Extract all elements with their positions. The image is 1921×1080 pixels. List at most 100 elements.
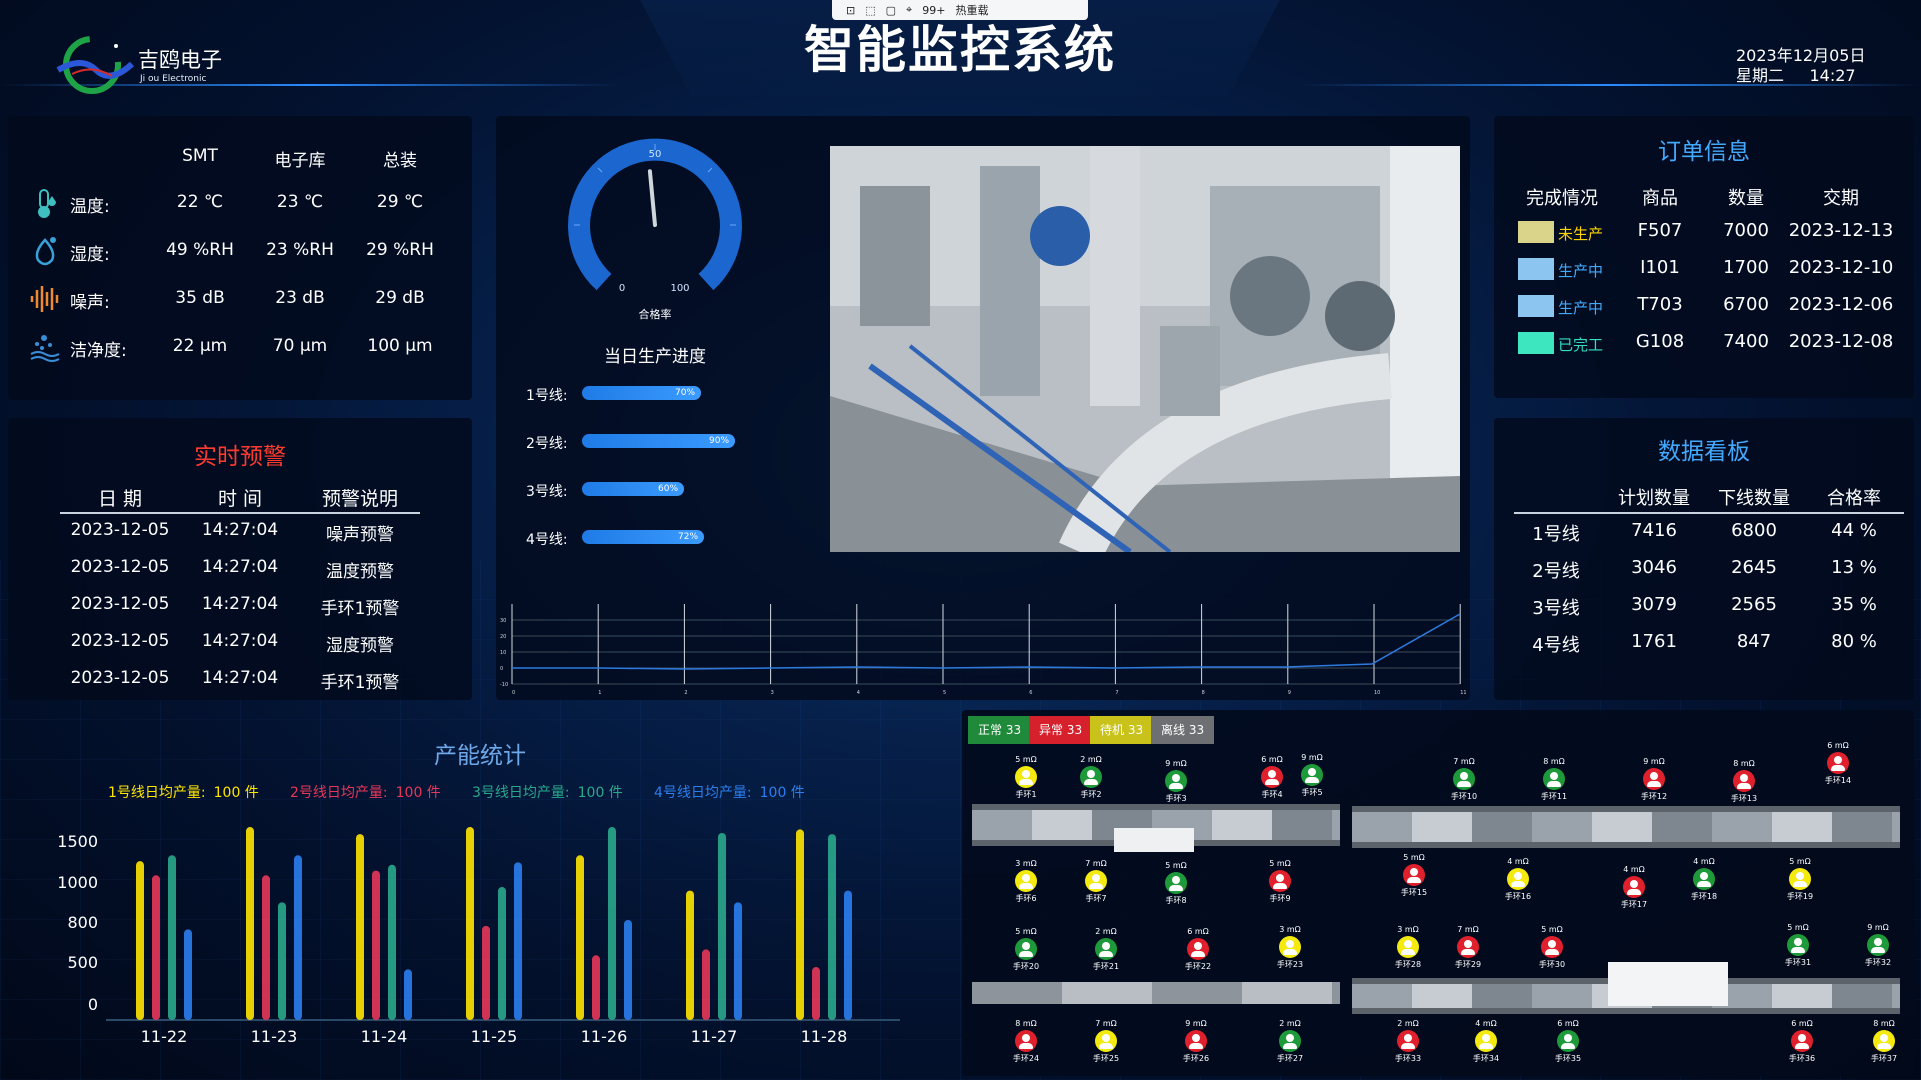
resistance-value: 5 mΩ — [1787, 923, 1809, 932]
date: 2023年12月05日 — [1736, 46, 1866, 65]
capacity-legend-item: 3号线日均产量: 100 件 — [472, 782, 623, 802]
trend-x-tick: 3 — [771, 690, 774, 696]
wristband-station[interactable]: 4 mΩ 手环17 — [1604, 864, 1664, 910]
status-swatch — [1518, 295, 1554, 317]
alert-cell: 手环1预警 — [320, 599, 400, 619]
wristband-station[interactable]: 3 mΩ 手环6 — [996, 858, 1056, 904]
order-due: 2023-12-06 — [1788, 294, 1894, 315]
capacity-bar — [184, 929, 192, 1020]
wristband-station[interactable]: 5 mΩ 手环30 — [1522, 924, 1582, 970]
wristband-station[interactable]: 5 mΩ 手环8 — [1146, 860, 1206, 906]
wristband-station[interactable]: 7 mΩ 手环10 — [1434, 756, 1494, 802]
order-product: I101 — [1640, 257, 1680, 278]
wristband-station[interactable]: 8 mΩ 手环13 — [1714, 758, 1774, 804]
board-cell: 3号线 — [1532, 598, 1580, 619]
station-name: 手环19 — [1786, 892, 1814, 901]
wristband-station[interactable]: 9 mΩ 手环32 — [1848, 922, 1908, 968]
wristband-station[interactable]: 2 mΩ 手环2 — [1061, 754, 1121, 800]
station-legend-tag: 正常 33 — [968, 716, 1032, 744]
person-icon — [1457, 936, 1479, 958]
alerts-title: 实时预警 — [194, 444, 286, 470]
progress-pct-label: 72% — [678, 532, 699, 542]
station-name: 手环12 — [1640, 792, 1668, 801]
station-name: 手环11 — [1540, 792, 1568, 801]
env-value: 100 μm — [367, 336, 433, 356]
capacity-legend-item: 2号线日均产量: 100 件 — [290, 782, 441, 802]
alert-cell: 2023-12-05 — [70, 594, 170, 614]
trend-y-tick: -10 — [500, 682, 508, 688]
wristband-station[interactable]: 2 mΩ 手环33 — [1378, 1018, 1438, 1064]
legend-value: 100 件 — [759, 785, 805, 801]
station-name: 手环9 — [1269, 894, 1291, 903]
wristband-station[interactable]: 8 mΩ 手环37 — [1854, 1018, 1914, 1064]
env-label: 洁净度: — [70, 341, 127, 361]
resistance-value: 3 mΩ — [1397, 925, 1419, 934]
wristband-station[interactable]: 8 mΩ 手环11 — [1524, 756, 1584, 802]
person-icon — [1279, 936, 1301, 958]
wristband-station[interactable]: 9 mΩ 手环3 — [1146, 758, 1206, 804]
resistance-value: 4 mΩ — [1475, 1019, 1497, 1028]
env-value: 29 dB — [375, 288, 425, 308]
person-icon — [1165, 872, 1187, 894]
wristband-station[interactable]: 7 mΩ 手环7 — [1066, 858, 1126, 904]
wristband-station[interactable]: 9 mΩ 手环5 — [1282, 752, 1342, 798]
resistance-value: 9 mΩ — [1867, 923, 1889, 932]
capacity-legend-item: 1号线日均产量: 100 件 — [108, 782, 259, 802]
wristband-station[interactable]: 2 mΩ 手环21 — [1076, 926, 1136, 972]
legend-value: 100 件 — [577, 785, 623, 801]
env-value: 49 %RH — [166, 240, 234, 260]
wristband-station[interactable]: 6 mΩ 手环22 — [1168, 926, 1228, 972]
wristband-station[interactable]: 9 mΩ 手环26 — [1166, 1018, 1226, 1064]
wristband-station[interactable]: 5 mΩ 手环19 — [1770, 856, 1830, 902]
capacity-bar — [152, 875, 160, 1020]
capacity-bar — [828, 834, 836, 1020]
wristband-station[interactable]: 7 mΩ 手环25 — [1076, 1018, 1136, 1064]
resistance-value: 5 mΩ — [1541, 925, 1563, 934]
trend-x-tick: 1 — [598, 690, 601, 696]
wristband-station[interactable]: 9 mΩ 手环12 — [1624, 756, 1684, 802]
station-name: 手环30 — [1538, 960, 1566, 969]
order-due: 2023-12-10 — [1788, 257, 1894, 278]
wristband-station[interactable]: 6 mΩ 手环14 — [1808, 740, 1868, 786]
status-swatch — [1518, 221, 1554, 243]
board-cell: 1761 — [1631, 631, 1677, 652]
env-label: 噪声: — [70, 293, 110, 313]
resistance-value: 7 mΩ — [1095, 1019, 1117, 1028]
status-swatch — [1518, 332, 1554, 354]
orders-title: 订单信息 — [1658, 139, 1750, 165]
wristband-station[interactable]: 5 mΩ 手环1 — [996, 754, 1056, 800]
resistance-value: 2 mΩ — [1095, 927, 1117, 936]
wristband-station[interactable]: 6 mΩ 手环35 — [1538, 1018, 1598, 1064]
person-icon — [1095, 1030, 1117, 1052]
station-name: 手环20 — [1012, 962, 1040, 971]
wristband-station[interactable]: 4 mΩ 手环18 — [1674, 856, 1734, 902]
wristband-station[interactable]: 6 mΩ 手环36 — [1772, 1018, 1832, 1064]
order-status: 生产中 — [1558, 262, 1604, 280]
alert-cell: 湿度预警 — [326, 636, 394, 656]
legend-label: 2号线日均产量: — [290, 785, 388, 801]
wristband-station[interactable]: 3 mΩ 手环23 — [1260, 924, 1320, 970]
person-icon — [1543, 768, 1565, 790]
y-tick-label: 800 — [67, 913, 98, 932]
factory-video-feed[interactable] — [830, 146, 1460, 552]
wristband-station[interactable]: 2 mΩ 手环27 — [1260, 1018, 1320, 1064]
wristband-station[interactable]: 5 mΩ 手环15 — [1384, 852, 1444, 898]
wristband-station[interactable]: 5 mΩ 手环31 — [1768, 922, 1828, 968]
capacity-bar — [466, 827, 474, 1020]
wristband-station[interactable]: 5 mΩ 手环9 — [1250, 858, 1310, 904]
orders-col-status: 完成情况 — [1526, 188, 1598, 209]
capacity-bar-chart: 1500 1000 800 500 0 11-22 11-23 11-24 11-25 11-26… — [57, 827, 900, 1046]
wristband-station[interactable]: 5 mΩ 手环20 — [996, 926, 1056, 972]
capacity-bar — [372, 870, 380, 1020]
station-name: 手环5 — [1301, 788, 1323, 797]
order-product: F507 — [1637, 220, 1683, 241]
wristband-station[interactable]: 8 mΩ 手环24 — [996, 1018, 1056, 1064]
capacity-bar — [498, 887, 506, 1020]
wristband-station[interactable]: 7 mΩ 手环29 — [1438, 924, 1498, 970]
wristband-station[interactable]: 4 mΩ 手环16 — [1488, 856, 1548, 902]
station-name: 手环34 — [1472, 1054, 1500, 1063]
wristband-station[interactable]: 3 mΩ 手环28 — [1378, 924, 1438, 970]
wristband-station[interactable]: 4 mΩ 手环34 — [1456, 1018, 1516, 1064]
trend-series-line — [512, 613, 1461, 670]
station-name: 手环28 — [1394, 960, 1422, 969]
